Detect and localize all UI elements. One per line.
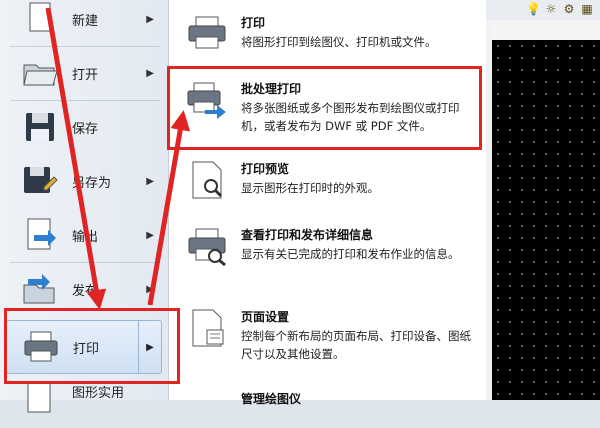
settings-icon[interactable]: ⚙ <box>562 2 576 16</box>
lightbulb-icon[interactable]: 💡 <box>526 2 541 16</box>
divider <box>10 46 160 47</box>
menu-item-new[interactable]: 新建 ▶ <box>6 0 162 44</box>
menu-label: 新建 <box>72 13 99 29</box>
submenu-desc: 显示图形在打印时的外观。 <box>241 181 379 195</box>
layer-icon[interactable]: ▦ <box>580 2 594 16</box>
toolbar: 💡 ☼ ⚙ ▦ <box>486 0 600 21</box>
submenu-desc: 显示有关已完成的打印和发布作业的信息。 <box>241 247 460 261</box>
menu-item-publish[interactable]: 发布 ▶ <box>6 264 162 314</box>
menu-label: 另存为 <box>72 175 112 191</box>
submenu-item-plot-preview[interactable]: 打印预览 显示图形在打印时的外观。 <box>175 160 481 210</box>
export-icon <box>27 218 56 250</box>
drawing-canvas[interactable] <box>492 40 600 400</box>
menu-label: 图形实用 <box>72 386 125 401</box>
plot-preview-icon <box>192 161 223 199</box>
chevron-right-icon: ▶ <box>146 13 154 25</box>
submenu-desc: 将图形打印到绘图仪、打印机或文件。 <box>241 35 437 49</box>
publish-icon <box>23 274 55 304</box>
menu-label: 发布 <box>72 283 99 299</box>
submenu-title: 打印 <box>241 16 266 30</box>
submenu-item-manage-plotters[interactable]: 管理绘图仪 <box>175 390 481 410</box>
save-as-icon <box>24 167 58 193</box>
menu-label: 输出 <box>72 229 99 245</box>
submenu-title: 打印预览 <box>241 162 290 176</box>
menu-item-open[interactable]: 打开 ▶ <box>6 48 162 98</box>
divider <box>10 100 160 101</box>
menu-label: 保存 <box>72 121 99 137</box>
chevron-right-icon: ▶ <box>146 175 154 187</box>
drawing-tab-strip <box>492 20 600 41</box>
highlight-batch-plot <box>167 66 482 150</box>
chevron-right-icon: ▶ <box>146 283 154 295</box>
plot-details-icon <box>188 228 226 266</box>
drawing-utilities-icon <box>27 381 51 413</box>
submenu-item-page-setup[interactable]: 页面设置 控制每个新布局的页面布局、打印设备、图纸尺寸以及其他设置。 <box>175 308 481 372</box>
open-folder-icon <box>23 64 58 86</box>
submenu-item-plot-details[interactable]: 查看打印和发布详细信息 显示有关已完成的打印和发布作业的信息。 <box>175 226 481 282</box>
menu-item-export[interactable]: 输出 ▶ <box>6 210 162 260</box>
printer-icon <box>188 16 226 49</box>
menu-item-save-as[interactable]: 另存为 ▶ <box>6 156 162 206</box>
print-submenu: 打印 将图形打印到绘图仪、打印机或文件。 批处理打印 将多张图纸或多个图形发布到… <box>168 0 487 406</box>
sun-icon[interactable]: ☼ <box>544 2 558 16</box>
chevron-right-icon: ▶ <box>146 229 154 241</box>
submenu-title: 管理绘图仪 <box>241 392 302 406</box>
menu-item-save[interactable]: 保存 <box>6 102 162 152</box>
submenu-desc: 控制每个新布局的页面布局、打印设备、图纸尺寸以及其他设置。 <box>241 329 471 361</box>
menu-label: 打开 <box>72 67 99 83</box>
menu-item-drawing-utilities[interactable]: 图形实用 <box>6 378 162 428</box>
highlight-print <box>4 308 180 384</box>
submenu-title: 查看打印和发布详细信息 <box>241 228 374 242</box>
page-setup-icon <box>192 309 224 347</box>
submenu-title: 页面设置 <box>241 310 290 324</box>
divider <box>10 262 160 263</box>
new-file-icon <box>29 2 51 32</box>
submenu-item-plot[interactable]: 打印 将图形打印到绘图仪、打印机或文件。 <box>175 14 481 64</box>
chevron-right-icon: ▶ <box>146 67 154 79</box>
save-disk-icon <box>26 113 54 141</box>
